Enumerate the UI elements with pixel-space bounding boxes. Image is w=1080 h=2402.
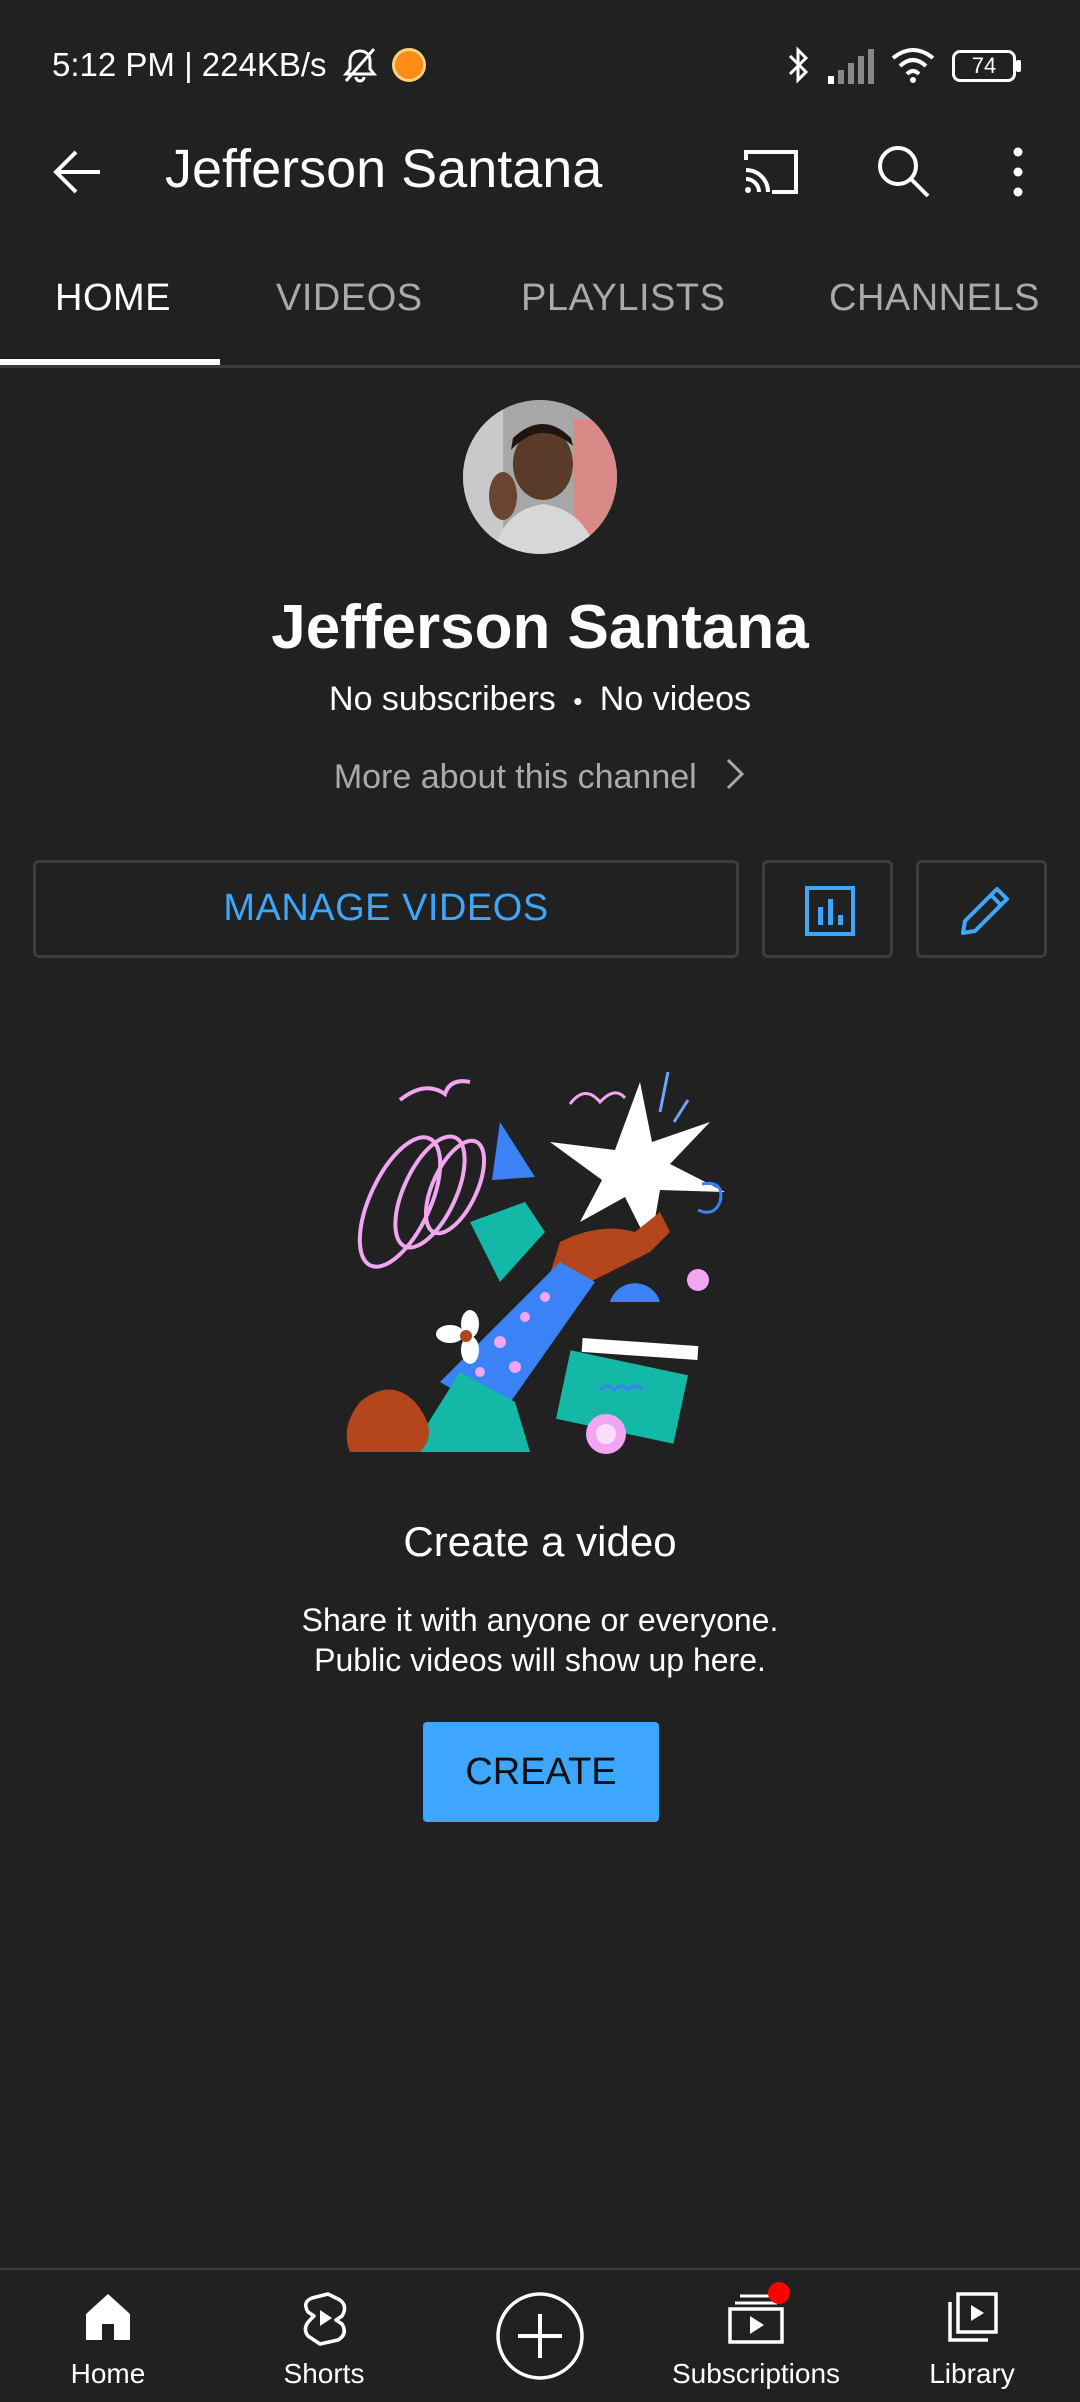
chevron-right-icon	[727, 758, 745, 790]
nav-library[interactable]: Library	[864, 2270, 1080, 2402]
home-icon	[86, 2294, 130, 2340]
nav-home[interactable]: Home	[0, 2270, 216, 2402]
tab-home[interactable]: HOME	[55, 277, 171, 320]
channel-name: Jefferson Santana	[271, 593, 809, 662]
edit-channel-button[interactable]	[916, 860, 1047, 958]
app-bar-title: Jefferson Santana	[165, 139, 603, 199]
tab-playlists[interactable]: PLAYLISTS	[521, 277, 725, 320]
avatar-photo	[463, 400, 617, 554]
create-video-illustration	[346, 1072, 725, 1454]
channel-avatar[interactable]	[463, 400, 617, 554]
edit-pencil-icon	[961, 887, 1009, 935]
create-plus-icon	[496, 2292, 584, 2380]
nav-create[interactable]	[432, 2270, 648, 2402]
nav-library-label: Library	[929, 2358, 1015, 2389]
bottom-navigation: Home Shorts Subscriptions Library	[0, 2268, 1080, 2402]
more-vert-icon[interactable]	[1006, 144, 1030, 200]
nav-shorts-label: Shorts	[283, 2358, 365, 2389]
channel-tabs: HOME VIDEOS PLAYLISTS CHANNELS	[0, 245, 1080, 368]
manage-videos-label: MANAGE VIDEOS	[223, 887, 549, 929]
nav-subscriptions-label: Subscriptions	[671, 2358, 841, 2389]
channel-stats: No subscribers • No videos	[0, 680, 1080, 719]
bell-off-icon	[342, 48, 378, 83]
battery-icon: 74	[952, 50, 1016, 82]
status-time-speed: 5:12 PM | 224KB/s	[52, 46, 327, 83]
empty-state-line-2: Public videos will show up here.	[314, 1642, 766, 1678]
library-icon	[948, 2292, 998, 2342]
shorts-icon	[303, 2292, 347, 2346]
subscriber-count: No subscribers	[329, 680, 556, 718]
nav-subscriptions[interactable]: Subscriptions	[648, 2270, 864, 2402]
tab-indicator	[0, 359, 220, 365]
search-icon[interactable]	[874, 142, 932, 200]
nav-shorts[interactable]: Shorts	[216, 2270, 432, 2402]
analytics-button[interactable]	[762, 860, 893, 958]
signal-icon	[828, 49, 874, 84]
empty-state-title: Create a video	[403, 1518, 677, 1565]
video-count: No videos	[599, 680, 751, 718]
manage-videos-button[interactable]: MANAGE VIDEOS	[33, 860, 739, 958]
notification-dot	[768, 2282, 790, 2304]
status-bar: 5:12 PM | 224KB/s 74	[0, 0, 1080, 130]
empty-state-description: Share it with anyone or everyone. Public…	[0, 1600, 1080, 1680]
more-about-label: More about this channel	[333, 758, 697, 796]
bluetooth-icon	[788, 46, 809, 84]
stats-separator: •	[573, 686, 583, 716]
analytics-icon	[805, 886, 855, 936]
nav-home-label: Home	[70, 2358, 146, 2389]
empty-state-line-1: Share it with anyone or everyone.	[301, 1602, 779, 1638]
app-notification-icon	[392, 48, 426, 82]
battery-level: 74	[971, 53, 997, 78]
tab-channels[interactable]: CHANNELS	[829, 277, 1040, 320]
more-about-channel-link[interactable]: More about this channel	[0, 756, 1080, 797]
back-arrow-icon[interactable]	[50, 144, 106, 200]
wifi-icon	[891, 48, 935, 83]
create-button[interactable]: CREATE	[423, 1722, 659, 1822]
battery-tip	[1016, 60, 1021, 72]
tab-videos[interactable]: VIDEOS	[276, 277, 423, 320]
cast-icon[interactable]	[742, 146, 800, 198]
